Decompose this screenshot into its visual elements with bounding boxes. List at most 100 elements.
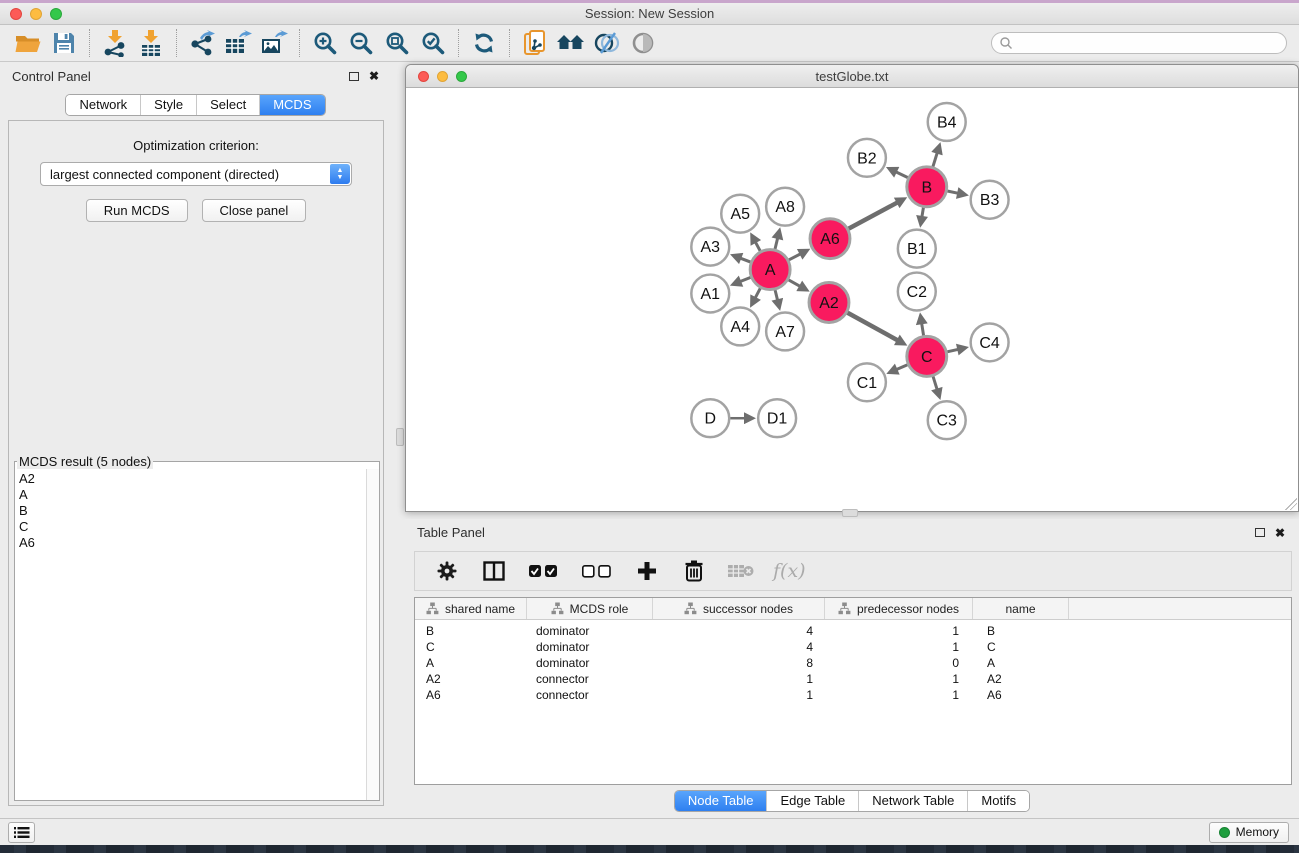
horizontal-splitter-grip[interactable] xyxy=(842,509,858,517)
close-network-button[interactable] xyxy=(418,71,429,82)
table-cell[interactable]: dominator xyxy=(527,656,653,670)
graph-edge[interactable] xyxy=(740,277,751,281)
refresh-button[interactable] xyxy=(466,27,502,59)
graph-node-A[interactable]: A xyxy=(750,250,790,290)
graph-node-A7[interactable]: A7 xyxy=(766,312,804,350)
network-graph[interactable]: B4B2BB3A8A5A6B1A3AC2A1A2A4A7C4CC1C3DD1 xyxy=(406,89,1298,511)
add-column-button[interactable] xyxy=(632,556,662,586)
table-row[interactable]: A6connector11A6 xyxy=(415,687,1291,703)
graph-node-B3[interactable]: B3 xyxy=(971,181,1009,219)
network-window-titlebar[interactable]: testGlobe.txt xyxy=(406,65,1298,88)
table-row[interactable]: Bdominator41B xyxy=(415,623,1291,639)
search-box[interactable] xyxy=(991,32,1287,54)
open-session-button[interactable] xyxy=(10,27,46,59)
column-header-mcds-role[interactable]: MCDS role xyxy=(527,598,653,619)
table-row[interactable]: Cdominator41C xyxy=(415,639,1291,655)
table-cell[interactable]: A2 xyxy=(973,672,1069,686)
column-header-shared-name[interactable]: shared name xyxy=(415,598,527,619)
deselect-all-columns-button[interactable] xyxy=(579,556,615,586)
close-panel-icon[interactable]: ✖ xyxy=(369,71,379,81)
table-split-view-button[interactable] xyxy=(479,556,509,586)
graph-edge[interactable] xyxy=(933,152,937,166)
table-row[interactable]: A2connector11A2 xyxy=(415,671,1291,687)
table-cell[interactable]: 4 xyxy=(653,640,825,654)
minimize-network-button[interactable] xyxy=(437,71,448,82)
graph-node-D[interactable]: D xyxy=(691,399,729,437)
vertical-splitter-grip[interactable] xyxy=(396,428,404,446)
table-cell[interactable]: 1 xyxy=(825,624,973,638)
table-cell[interactable]: 8 xyxy=(653,656,825,670)
import-network-button[interactable] xyxy=(97,27,133,59)
new-network-from-selection-button[interactable] xyxy=(517,27,553,59)
graph-node-A3[interactable]: A3 xyxy=(691,228,729,266)
zoom-selected-button[interactable] xyxy=(415,27,451,59)
graph-edge[interactable] xyxy=(947,349,958,351)
list-item[interactable]: A2 xyxy=(19,471,365,487)
table-cell[interactable]: C xyxy=(973,640,1069,654)
tab-node-table[interactable]: Node Table xyxy=(675,791,767,811)
zoom-fit-button[interactable] xyxy=(379,27,415,59)
column-header-name[interactable]: name xyxy=(973,598,1069,619)
tab-network[interactable]: Network xyxy=(66,95,140,115)
graph-node-B4[interactable]: B4 xyxy=(928,103,966,141)
zoom-in-button[interactable] xyxy=(307,27,343,59)
maximize-window-button[interactable] xyxy=(50,8,62,20)
graph-edge[interactable] xyxy=(755,242,760,251)
home-button[interactable] xyxy=(553,27,589,59)
close-panel-button[interactable]: Close panel xyxy=(202,199,307,222)
graph-node-A2[interactable]: A2 xyxy=(809,283,849,323)
graph-node-A6[interactable]: A6 xyxy=(810,219,850,259)
table-cell[interactable]: 4 xyxy=(653,624,825,638)
table-cell[interactable]: C xyxy=(415,640,527,654)
function-builder-button[interactable]: f(x) xyxy=(773,560,806,582)
table-cell[interactable]: 1 xyxy=(653,672,825,686)
table-cell[interactable]: A xyxy=(973,656,1069,670)
search-input[interactable] xyxy=(1018,36,1268,50)
list-item[interactable]: B xyxy=(19,503,365,519)
table-cell[interactable]: B xyxy=(415,624,527,638)
graph-node-A1[interactable]: A1 xyxy=(691,275,729,313)
close-window-button[interactable] xyxy=(10,8,22,20)
export-image-button[interactable] xyxy=(256,27,292,59)
graph-edge[interactable] xyxy=(775,238,778,249)
graph-edge[interactable] xyxy=(788,280,800,287)
graph-node-B1[interactable]: B1 xyxy=(898,230,936,268)
list-item[interactable]: A6 xyxy=(19,535,365,551)
criterion-select[interactable]: largest connected component (directed) ▲… xyxy=(40,162,352,186)
graph-edge[interactable] xyxy=(775,290,778,300)
list-item[interactable]: C xyxy=(19,519,365,535)
graph-node-B[interactable]: B xyxy=(907,167,947,207)
table-cell[interactable]: 1 xyxy=(825,688,973,702)
graph-node-C2[interactable]: C2 xyxy=(898,273,936,311)
close-table-panel-icon[interactable]: ✖ xyxy=(1275,528,1285,538)
memory-button[interactable]: Memory xyxy=(1209,822,1289,843)
graph-edge[interactable] xyxy=(789,254,801,260)
table-cell[interactable]: A6 xyxy=(973,688,1069,702)
tab-style[interactable]: Style xyxy=(140,95,196,115)
import-table-button[interactable] xyxy=(133,27,169,59)
graph-edge[interactable] xyxy=(933,376,937,389)
graph-node-C4[interactable]: C4 xyxy=(971,323,1009,361)
float-panel-icon[interactable] xyxy=(349,72,359,81)
save-session-button[interactable] xyxy=(46,27,82,59)
float-table-panel-icon[interactable] xyxy=(1255,528,1265,537)
table-cell[interactable]: connector xyxy=(527,688,653,702)
export-table-button[interactable] xyxy=(220,27,256,59)
graph-edge[interactable] xyxy=(848,202,897,228)
table-cell[interactable]: A2 xyxy=(415,672,527,686)
graph-node-D1[interactable]: D1 xyxy=(758,399,796,437)
tab-edge-table[interactable]: Edge Table xyxy=(766,791,858,811)
maximize-network-button[interactable] xyxy=(456,71,467,82)
graph-edge[interactable] xyxy=(922,323,924,336)
column-header-successor-nodes[interactable]: successor nodes xyxy=(653,598,825,619)
graph-edge[interactable] xyxy=(896,365,907,370)
table-cell[interactable]: A xyxy=(415,656,527,670)
menu-list-button[interactable] xyxy=(8,822,35,843)
table-cell[interactable]: B xyxy=(973,624,1069,638)
table-cell[interactable]: 1 xyxy=(653,688,825,702)
delete-column-button[interactable] xyxy=(679,556,709,586)
graph-edge[interactable] xyxy=(947,191,958,193)
tab-select[interactable]: Select xyxy=(196,95,259,115)
table-row[interactable]: Adominator80A xyxy=(415,655,1291,671)
table-cell[interactable]: connector xyxy=(527,672,653,686)
